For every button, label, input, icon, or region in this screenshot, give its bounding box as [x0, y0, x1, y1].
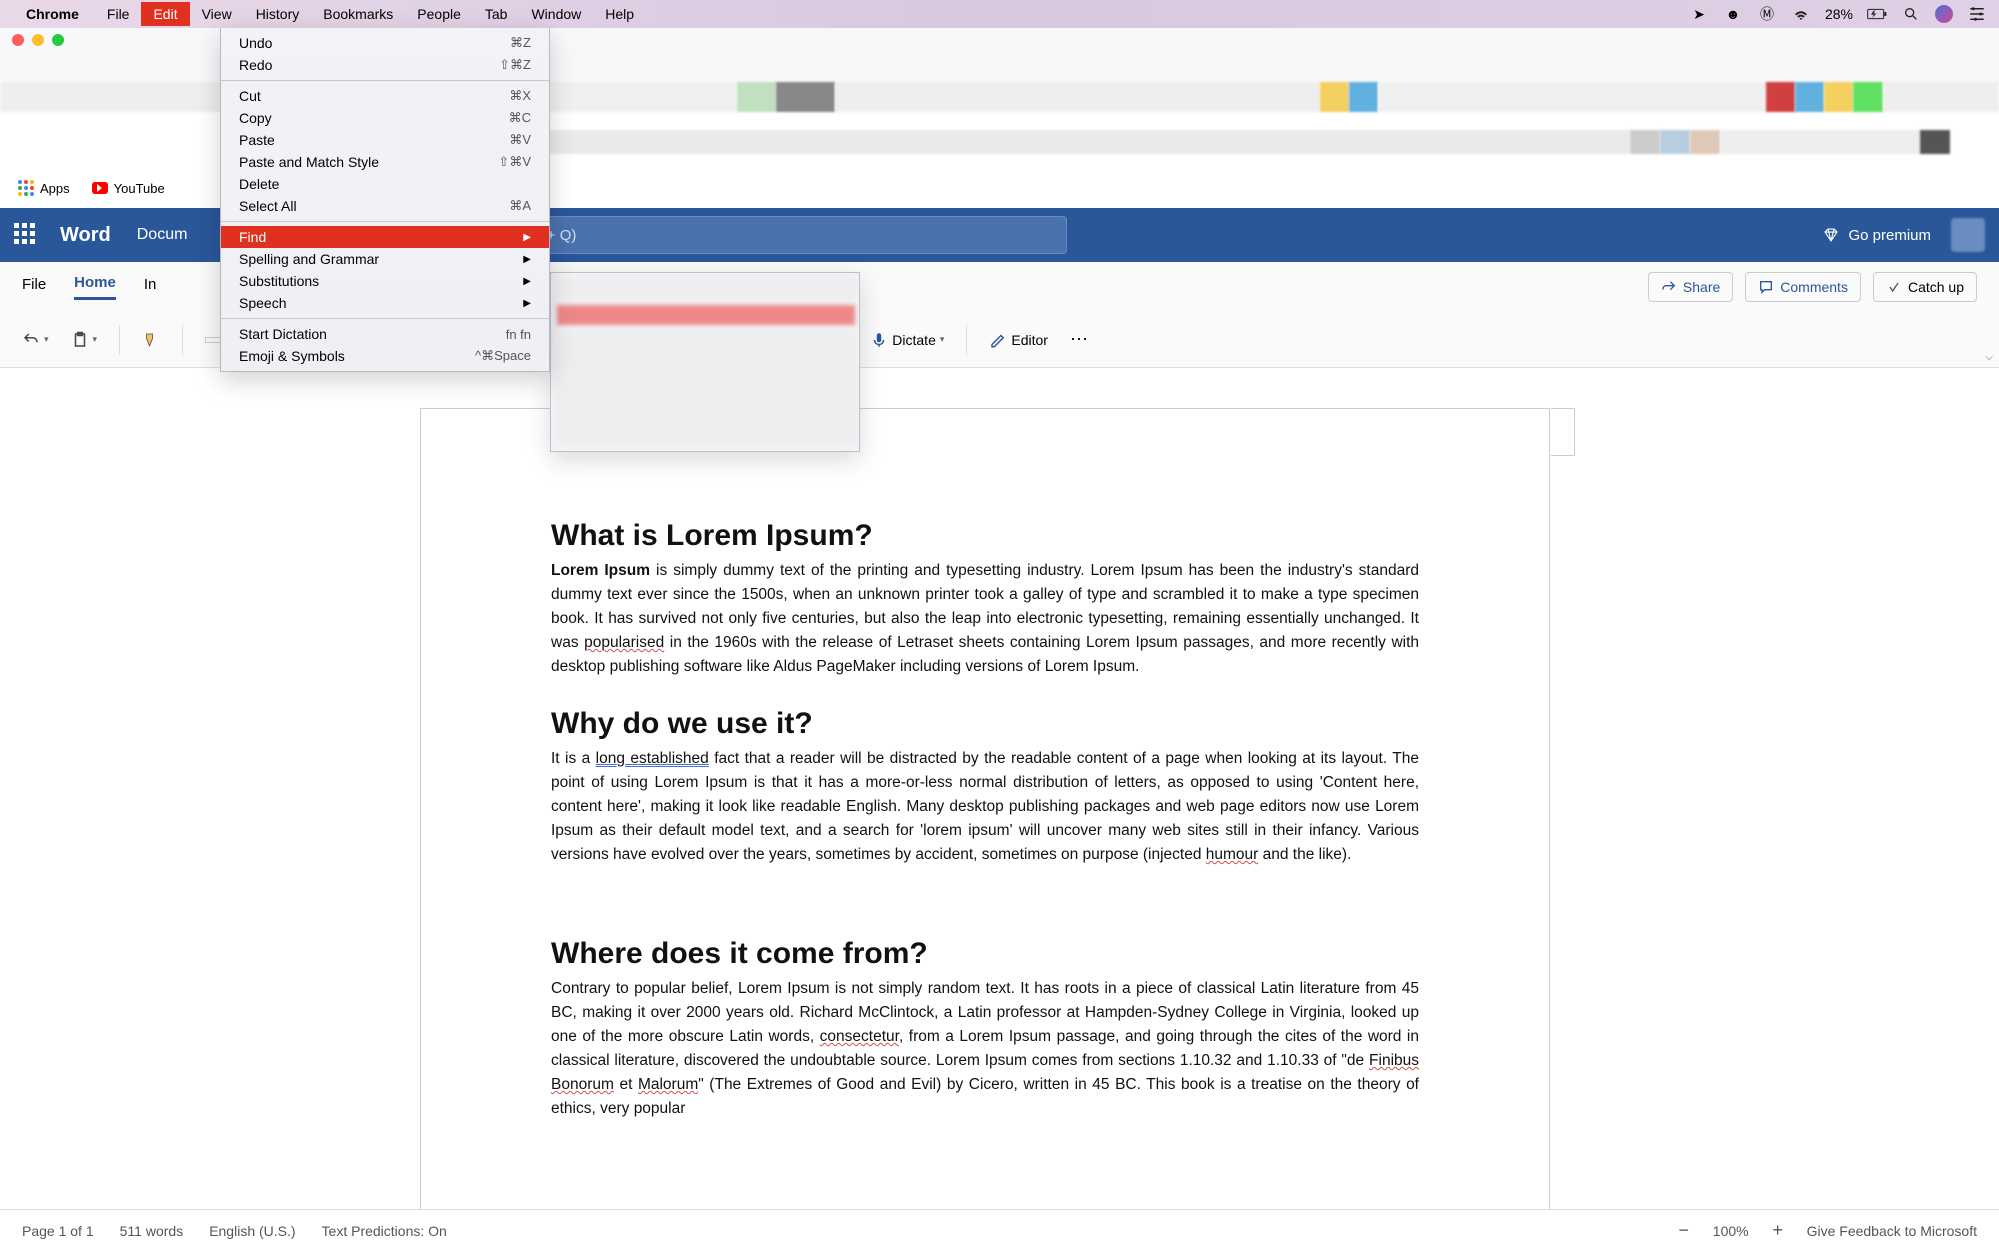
- share-button[interactable]: Share: [1648, 272, 1733, 302]
- tab-home[interactable]: Home: [74, 274, 116, 300]
- status-bar: Page 1 of 1 511 words English (U.S.) Tex…: [0, 1209, 1999, 1251]
- comment-icon: [1758, 279, 1774, 295]
- document-page[interactable]: What is Lorem Ipsum? Lorem Ipsum is simp…: [420, 408, 1550, 1209]
- menu-bookmarks[interactable]: Bookmarks: [311, 2, 405, 26]
- edit-dropdown-menu: Undo⌘Z Redo⇧⌘Z Cut⌘X Copy⌘C Paste⌘V Past…: [220, 28, 550, 372]
- editor-button[interactable]: Editor: [985, 327, 1052, 353]
- paragraph-1[interactable]: Lorem Ipsum is simply dummy text of the …: [551, 559, 1419, 679]
- menu-substitutions[interactable]: Substitutions▶: [221, 270, 549, 292]
- window-controls: [12, 34, 64, 46]
- search-icon[interactable]: [1901, 4, 1921, 24]
- stream-icon[interactable]: ➤: [1689, 4, 1709, 24]
- apps-shortcut[interactable]: Apps: [18, 180, 70, 196]
- youtube-icon: [92, 182, 108, 194]
- menu-speech[interactable]: Speech▶: [221, 292, 549, 314]
- close-window-button[interactable]: [12, 34, 24, 46]
- catch-up-button[interactable]: Catch up: [1873, 272, 1977, 302]
- apps-label: Apps: [40, 181, 70, 196]
- menu-start-dictation[interactable]: Start Dictationfn fn: [221, 323, 549, 345]
- diamond-icon: [1822, 226, 1840, 244]
- document-name[interactable]: Docum: [137, 226, 188, 244]
- wifi-icon[interactable]: [1791, 4, 1811, 24]
- paragraph-2[interactable]: It is a long established fact that a rea…: [551, 747, 1419, 867]
- share-icon: [1661, 279, 1677, 295]
- youtube-label: YouTube: [114, 181, 165, 196]
- menu-file[interactable]: File: [95, 2, 142, 26]
- menu-redo[interactable]: Redo⇧⌘Z: [221, 54, 549, 76]
- maximize-window-button[interactable]: [52, 34, 64, 46]
- minimize-window-button[interactable]: [32, 34, 44, 46]
- menu-window[interactable]: Window: [519, 2, 593, 26]
- menu-paste-match-style[interactable]: Paste and Match Style⇧⌘V: [221, 151, 549, 173]
- menu-spelling-grammar[interactable]: Spelling and Grammar▶: [221, 248, 549, 270]
- comments-button[interactable]: Comments: [1745, 272, 1861, 302]
- siri-icon[interactable]: [1935, 5, 1953, 23]
- macos-menubar: Chrome File Edit View History Bookmarks …: [0, 0, 1999, 28]
- battery-percent: 28%: [1825, 6, 1853, 22]
- paragraph-3[interactable]: Contrary to popular belief, Lorem Ipsum …: [551, 977, 1419, 1121]
- submenu-arrow-icon: ▶: [523, 232, 531, 243]
- menu-paste[interactable]: Paste⌘V: [221, 129, 549, 151]
- app-launcher-icon[interactable]: [14, 223, 38, 247]
- zoom-in-button[interactable]: +: [1765, 1218, 1791, 1244]
- menu-help[interactable]: Help: [593, 2, 646, 26]
- menu-select-all[interactable]: Select All⌘A: [221, 195, 549, 217]
- paste-button[interactable]: ▾: [67, 327, 102, 353]
- control-center-icon[interactable]: [1967, 4, 1987, 24]
- ruler-tab[interactable]: [1551, 408, 1575, 456]
- heading-2[interactable]: Why do we use it?: [551, 707, 1419, 741]
- text-predictions[interactable]: Text Predictions: On: [322, 1223, 447, 1239]
- menu-tab[interactable]: Tab: [473, 2, 520, 26]
- menu-history[interactable]: History: [244, 2, 312, 26]
- go-premium-button[interactable]: Go premium: [1822, 226, 1931, 244]
- heading-3[interactable]: Where does it come from?: [551, 937, 1419, 971]
- menu-edit[interactable]: Edit: [141, 2, 189, 26]
- app-name[interactable]: Chrome: [26, 6, 79, 22]
- find-submenu[interactable]: [550, 272, 860, 452]
- catchup-icon: [1886, 279, 1902, 295]
- menu-view[interactable]: View: [190, 2, 244, 26]
- m-icon[interactable]: Ⓜ: [1757, 4, 1777, 24]
- language[interactable]: English (U.S.): [209, 1223, 295, 1239]
- tab-file[interactable]: File: [22, 276, 46, 299]
- document-canvas[interactable]: What is Lorem Ipsum? Lorem Ipsum is simp…: [0, 368, 1999, 1209]
- heading-1[interactable]: What is Lorem Ipsum?: [551, 519, 1419, 553]
- menu-cut[interactable]: Cut⌘X: [221, 85, 549, 107]
- menu-delete[interactable]: Delete: [221, 173, 549, 195]
- menu-find[interactable]: Find▶: [221, 226, 549, 248]
- collapse-ribbon-button[interactable]: ⌵: [1985, 352, 1993, 363]
- user-avatar[interactable]: [1951, 218, 1985, 252]
- undo-button[interactable]: ▾: [18, 327, 53, 353]
- zoom-out-button[interactable]: −: [1671, 1218, 1697, 1244]
- feedback-link[interactable]: Give Feedback to Microsoft: [1807, 1223, 1977, 1239]
- menu-emoji-symbols[interactable]: Emoji & Symbols^⌘Space: [221, 345, 549, 367]
- tab-insert[interactable]: In: [144, 276, 157, 299]
- search-input[interactable]: [468, 227, 1052, 244]
- face-icon[interactable]: ☻: [1723, 4, 1743, 24]
- zoom-level[interactable]: 100%: [1713, 1223, 1749, 1239]
- apps-icon: [18, 180, 34, 196]
- word-count[interactable]: 511 words: [120, 1223, 184, 1239]
- menu-people[interactable]: People: [405, 2, 473, 26]
- dictate-button[interactable]: Dictate▾: [866, 327, 948, 353]
- format-painter-button[interactable]: [138, 327, 164, 353]
- battery-icon[interactable]: [1867, 4, 1887, 24]
- menu-undo[interactable]: Undo⌘Z: [221, 32, 549, 54]
- more-commands-button[interactable]: ⋯: [1066, 325, 1094, 354]
- page-count[interactable]: Page 1 of 1: [22, 1223, 94, 1239]
- youtube-bookmark[interactable]: YouTube: [92, 181, 165, 196]
- menu-copy[interactable]: Copy⌘C: [221, 107, 549, 129]
- word-app-label[interactable]: Word: [60, 224, 111, 247]
